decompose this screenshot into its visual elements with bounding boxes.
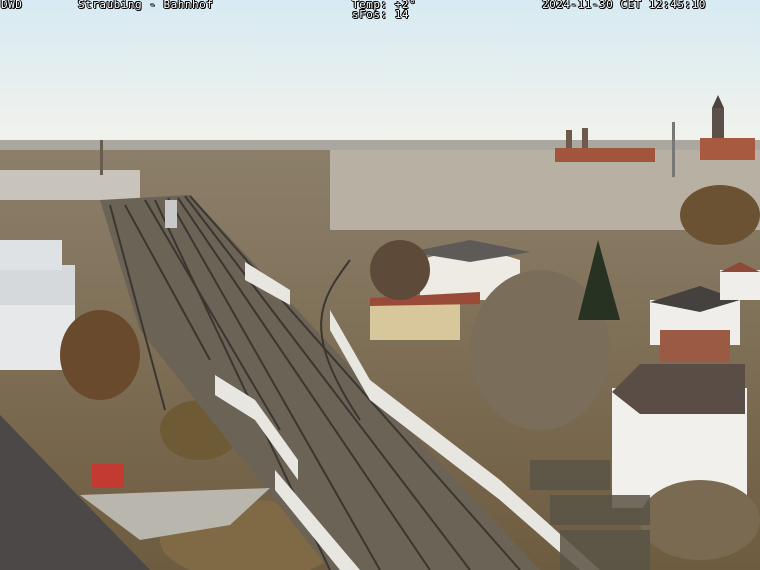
billboard — [92, 464, 124, 488]
timestamp: 2024-11-30 CET 12:45:10 — [542, 0, 706, 11]
sky — [0, 0, 760, 148]
sfos-readout: sFos: 14 — [352, 8, 409, 21]
location-label: Straubing - Bahnhof — [78, 0, 214, 11]
camera-code: DWD — [1, 0, 23, 11]
webcam-view — [0, 0, 760, 570]
